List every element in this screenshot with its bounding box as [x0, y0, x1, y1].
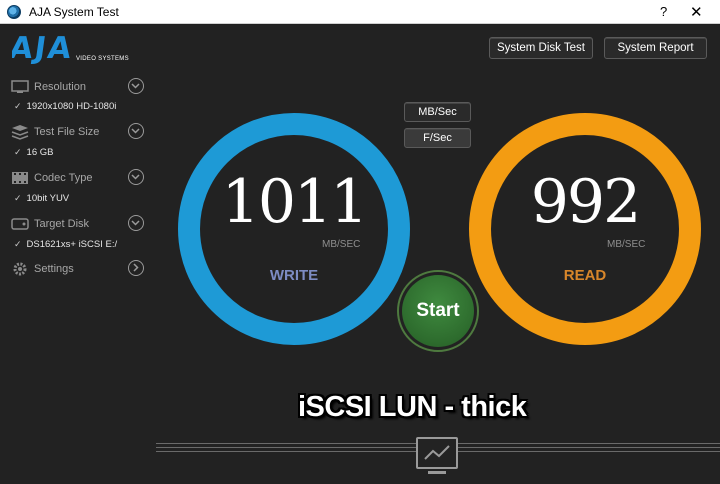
write-label: WRITE: [269, 267, 319, 284]
help-button[interactable]: ?: [660, 4, 667, 19]
sidebar-item-settings[interactable]: Settings: [10, 259, 145, 279]
chart-toggle-button[interactable]: [416, 437, 458, 469]
codec-type-value: ✓ 10bit YUV: [14, 193, 70, 204]
app-icon: [7, 4, 21, 19]
main-panel: AJA VIDEO SYSTEMS Resolution ✓ 1920x1080 …: [0, 25, 720, 484]
sidebar-item-label: Test File Size: [34, 126, 100, 138]
sidebar-item-label: Target Disk: [34, 218, 90, 230]
sidebar-item-target-disk[interactable]: Target Disk: [10, 214, 145, 234]
sidebar-item-label: Settings: [34, 263, 74, 275]
svg-text:AJA: AJA: [12, 31, 76, 66]
chevron-right-icon[interactable]: [128, 260, 144, 276]
disk-icon: [11, 218, 29, 230]
stack-icon: [11, 125, 29, 140]
sidebar-item-test-file-size[interactable]: Test File Size: [10, 122, 145, 142]
resolution-value: ✓ 1920x1080 HD-1080i: [14, 101, 117, 112]
read-label: READ: [563, 267, 607, 284]
line-chart-icon: [424, 445, 450, 460]
chevron-down-icon[interactable]: [128, 123, 144, 139]
read-unit: MB/SEC: [607, 239, 646, 250]
logo-subtitle: VIDEO SYSTEMS: [76, 56, 129, 62]
film-icon: [12, 172, 28, 184]
chevron-down-icon[interactable]: [128, 215, 144, 231]
overlay-caption: iSCSI LUN - thick: [298, 391, 527, 423]
chevron-down-icon[interactable]: [128, 169, 144, 185]
write-value: 1011: [221, 167, 369, 237]
chevron-down-icon[interactable]: [128, 78, 144, 94]
test-file-size-value: ✓ 16 GB: [14, 147, 54, 158]
read-gauge: 992 MB/SEC READ: [467, 111, 703, 347]
write-unit: MB/SEC: [322, 239, 361, 250]
sidebar-item-resolution[interactable]: Resolution: [10, 77, 145, 97]
title-bar: AJA System Test ? ✕: [0, 0, 720, 24]
write-gauge: 1011 MB/SEC WRITE: [176, 111, 412, 347]
window-title: AJA System Test: [29, 4, 119, 19]
f-sec-toggle[interactable]: F/Sec: [404, 128, 471, 148]
system-report-button[interactable]: System Report: [604, 37, 707, 59]
monitor-icon: [11, 80, 29, 93]
read-value: 992: [530, 167, 642, 237]
sidebar-item-codec-type[interactable]: Codec Type: [10, 168, 145, 188]
target-disk-value: ✓ DS1621xs+ iSCSI E:/: [14, 239, 118, 250]
close-button[interactable]: ✕: [690, 3, 703, 21]
gear-icon: [13, 262, 27, 276]
mb-sec-toggle[interactable]: MB/Sec: [404, 102, 471, 122]
system-disk-test-button[interactable]: System Disk Test: [489, 37, 593, 59]
aja-logo: AJA: [12, 31, 76, 66]
chart-toggle-stand: [428, 471, 446, 474]
sidebar-item-label: Codec Type: [34, 172, 93, 184]
sidebar-item-label: Resolution: [34, 81, 86, 93]
start-button[interactable]: Start: [402, 275, 474, 347]
